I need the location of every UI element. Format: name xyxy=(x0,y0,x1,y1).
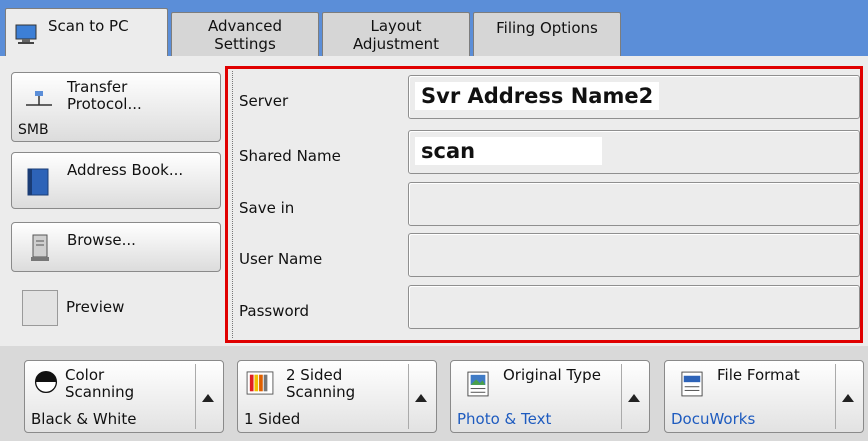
tab-label: Advanced Settings xyxy=(207,17,283,53)
color-half-circle-icon xyxy=(34,370,58,394)
password-label: Password xyxy=(239,302,310,320)
server-settings-group: Server Svr Address Name2 Shared Name sca… xyxy=(225,66,863,343)
transfer-protocol-button[interactable]: Transfer Protocol... SMB xyxy=(11,72,221,142)
up-arrow-icon xyxy=(842,394,854,402)
network-icon xyxy=(26,91,52,106)
user-name-field[interactable] xyxy=(408,233,860,277)
two-sided-value: 1 Sided xyxy=(244,410,301,428)
two-sided-label: 2 Sided Scanning xyxy=(286,366,356,401)
dotted-divider xyxy=(232,71,233,338)
server-icon xyxy=(31,234,49,261)
original-type-button[interactable]: Original Type Photo & Text xyxy=(450,360,650,433)
tab-label: Layout Adjustment xyxy=(352,17,440,53)
two-sided-scanning-button[interactable]: 2 Sided Scanning 1 Sided xyxy=(237,360,437,433)
address-book-label: Address Book... xyxy=(67,161,184,179)
shared-name-value: scan xyxy=(415,137,602,165)
color-scanning-button[interactable]: Color Scanning Black & White xyxy=(24,360,224,433)
two-sided-scroll[interactable] xyxy=(408,364,433,429)
password-field[interactable] xyxy=(408,285,860,329)
book-icon xyxy=(27,168,49,196)
original-type-label: Original Type xyxy=(503,366,601,384)
file-format-button[interactable]: File Format DocuWorks xyxy=(664,360,864,433)
address-book-button[interactable]: Address Book... xyxy=(11,152,221,209)
tab-filing-options[interactable]: Filing Options xyxy=(473,12,621,56)
monitor-icon xyxy=(15,24,37,44)
user-name-label: User Name xyxy=(239,250,323,268)
tab-advanced-settings[interactable]: Advanced Settings xyxy=(171,12,319,56)
file-format-label: File Format xyxy=(717,366,800,384)
transfer-protocol-label: Transfer Protocol... xyxy=(67,78,142,113)
file-format-scroll[interactable] xyxy=(835,364,860,429)
up-arrow-icon xyxy=(415,394,427,402)
up-arrow-icon xyxy=(202,394,214,402)
save-in-label: Save in xyxy=(239,199,295,217)
tab-label: Scan to PC xyxy=(48,17,129,35)
color-scanning-value: Black & White xyxy=(31,410,137,428)
browse-label: Browse... xyxy=(67,231,136,249)
shared-name-field[interactable]: scan xyxy=(408,130,860,174)
server-value: Svr Address Name2 xyxy=(415,82,660,110)
color-scanning-label: Color Scanning xyxy=(65,366,135,401)
server-field[interactable]: Svr Address Name2 xyxy=(408,75,860,119)
shared-name-label: Shared Name xyxy=(239,147,341,165)
save-in-field[interactable] xyxy=(408,182,860,226)
feature-bar: Color Scanning Black & White 2 Sided Sca… xyxy=(0,346,868,441)
preview-checkbox[interactable] xyxy=(22,290,58,326)
server-label: Server xyxy=(239,92,289,110)
original-type-value: Photo & Text xyxy=(457,410,552,428)
original-type-scroll[interactable] xyxy=(621,364,646,429)
browse-button[interactable]: Browse... xyxy=(11,222,221,272)
file-format-value: DocuWorks xyxy=(671,410,756,428)
preview-label: Preview xyxy=(66,298,125,316)
color-scanning-scroll[interactable] xyxy=(195,364,220,429)
photo-page-icon xyxy=(467,371,489,397)
tab-bar: Scan to PC Advanced Settings Layout Adju… xyxy=(0,0,868,58)
xdw-file-icon xyxy=(681,371,703,397)
tab-scan-to-pc[interactable]: Scan to PC xyxy=(5,8,168,58)
up-arrow-icon xyxy=(628,394,640,402)
transfer-protocol-value: SMB xyxy=(18,122,49,138)
tab-layout-adjustment[interactable]: Layout Adjustment xyxy=(322,12,470,56)
tab-label: Filing Options xyxy=(496,19,598,37)
color-bars-icon xyxy=(246,371,274,395)
